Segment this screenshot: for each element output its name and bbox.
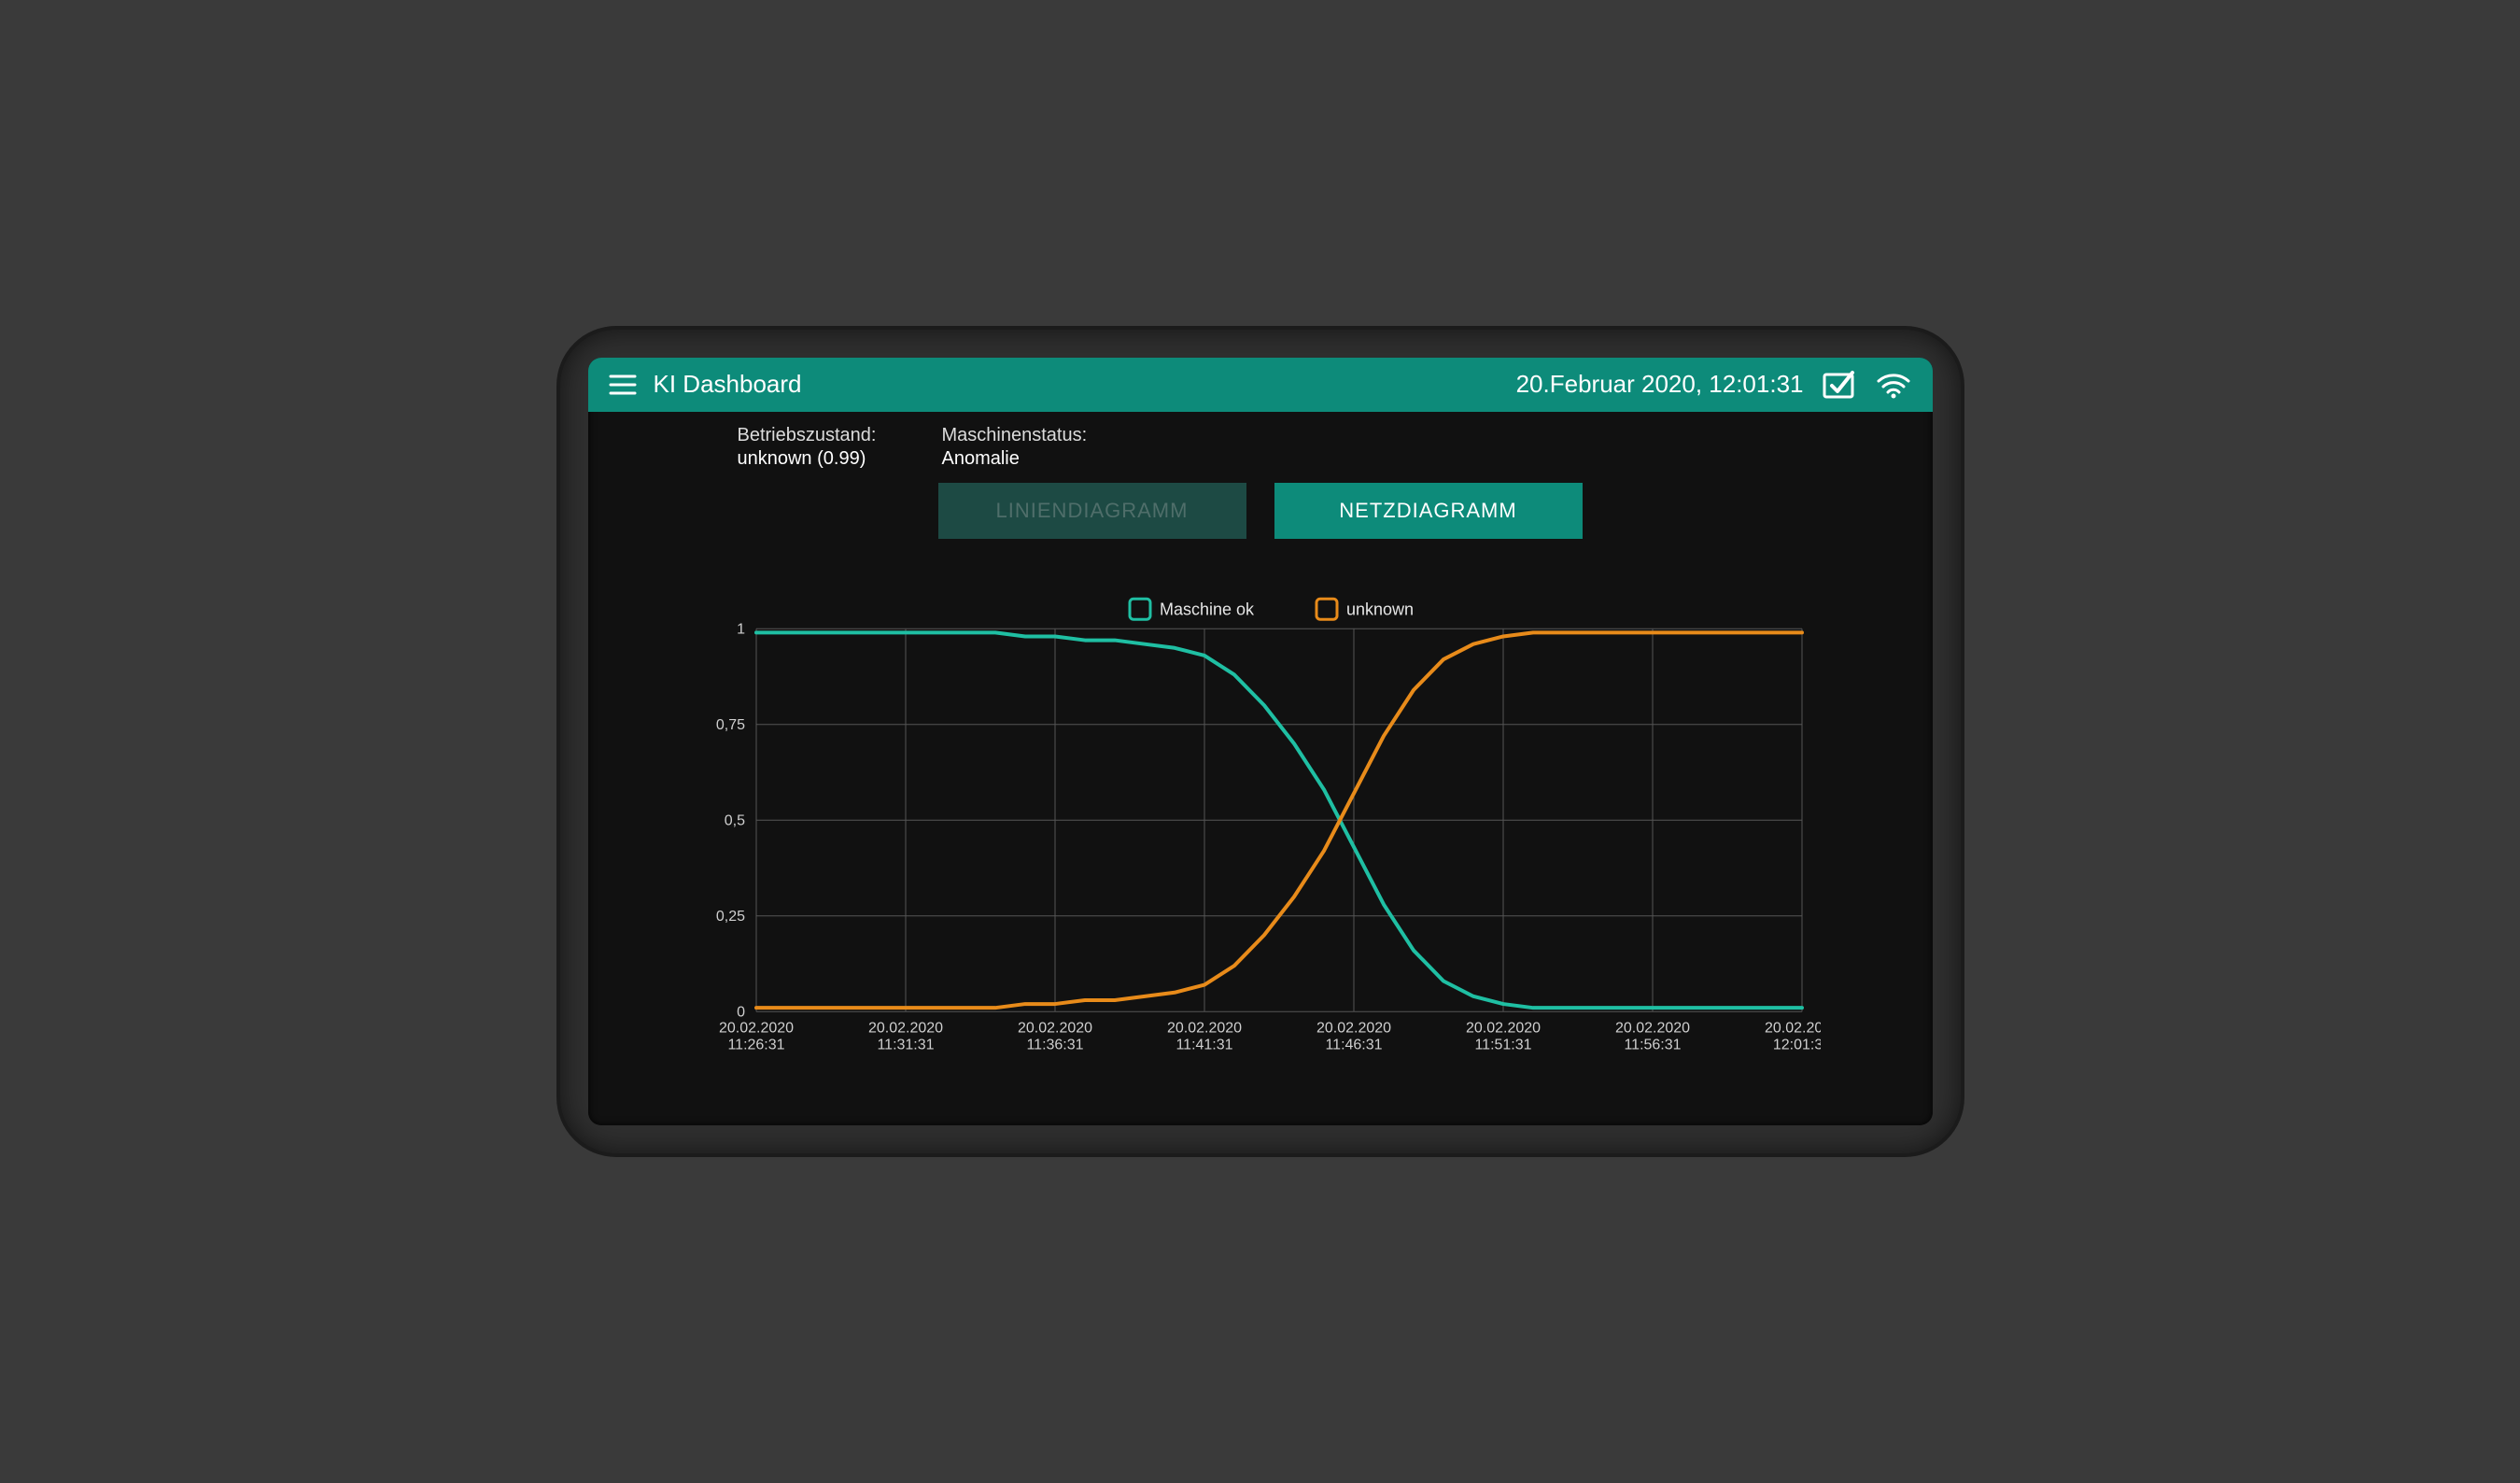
status-row: Betriebszustand: unknown (0.99) Maschine… [700,425,1821,470]
x-tick-label: 20.02.202011:51:31 [1465,1020,1540,1052]
tab-bar: LINIENDIAGRAMM NETZDIAGRAMM [700,483,1821,539]
device-frame: KI Dashboard 20.Februar 2020, 12:01:31 B… [560,330,1961,1154]
tab-liniendiagramm[interactable]: LINIENDIAGRAMM [938,483,1246,539]
x-tick-label: 20.02.202011:36:31 [1017,1020,1091,1052]
top-bar: KI Dashboard 20.Februar 2020, 12:01:31 [588,358,1933,412]
maschinenstatus-label: Maschinenstatus: [941,425,1087,446]
x-tick-label: 20.02.202011:26:31 [718,1020,793,1052]
maschinenstatus-value: Anomalie [941,448,1087,470]
screen: KI Dashboard 20.Februar 2020, 12:01:31 B… [588,358,1933,1126]
x-tick-label: 20.02.202011:56:31 [1614,1020,1689,1052]
y-tick-label: 0,75 [715,716,744,732]
content-area: Betriebszustand: unknown (0.99) Maschine… [588,412,1933,1126]
tab-netzdiagramm[interactable]: NETZDIAGRAMM [1274,483,1583,539]
menu-icon[interactable] [609,374,637,396]
x-tick-label: 20.02.202011:41:31 [1166,1020,1241,1052]
chart-grid [756,629,1802,1011]
betriebszustand-block: Betriebszustand: unknown (0.99) [738,425,877,470]
wifi-icon [1875,370,1912,400]
page-title: KI Dashboard [654,370,802,399]
betriebszustand-value: unknown (0.99) [738,448,877,470]
maschinenstatus-block: Maschinenstatus: Anomalie [941,425,1087,470]
y-tick-label: 1 [737,621,745,637]
line-chart: 0 0,25 0,5 0,75 1 20.02.202011:26:31 20.02.202… [700,571,1821,1098]
x-tick-label: 20.02.202011:46:31 [1316,1020,1390,1052]
check-icon[interactable] [1821,369,1858,401]
chart-legend: Maschine ok unknown [1130,599,1414,619]
betriebszustand-label: Betriebszustand: [738,425,877,446]
header-datetime: 20.Februar 2020, 12:01:31 [1516,370,1804,399]
x-tick-label: 20.02.202011:31:31 [867,1020,942,1052]
y-tick-label: 0 [737,1004,745,1020]
legend-label-2: unknown [1346,600,1414,618]
y-tick-label: 0,25 [715,908,744,924]
legend-label-1: Maschine ok [1160,600,1255,618]
x-tick-label: 20.02.202012:01:31 [1764,1020,1820,1052]
y-tick-label: 0,5 [724,812,744,828]
